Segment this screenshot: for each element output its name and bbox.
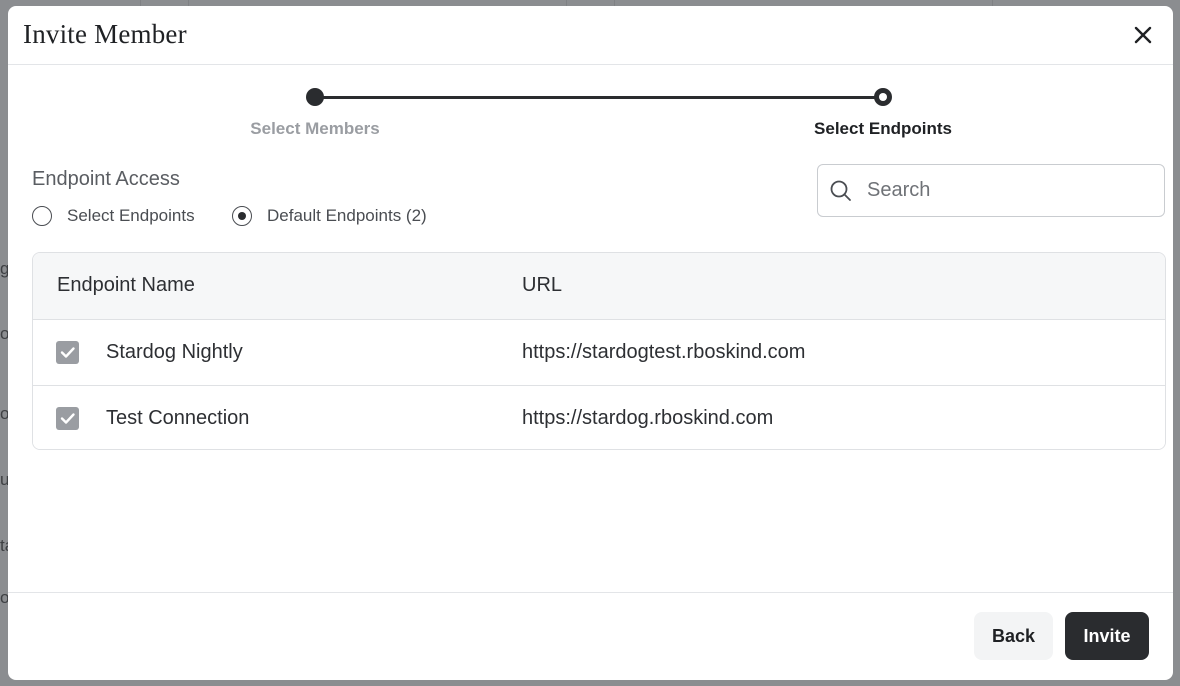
stepper-progress-line bbox=[316, 96, 882, 99]
background-text: og bbox=[0, 324, 8, 343]
back-button[interactable]: Back bbox=[974, 612, 1053, 660]
invite-member-modal: Invite Member Select Members Select Endp… bbox=[8, 6, 1173, 680]
step-1-indicator bbox=[306, 88, 324, 106]
background-text: os bbox=[0, 404, 8, 423]
invite-button[interactable]: Invite bbox=[1065, 612, 1149, 660]
table-row: Test Connection https://stardog.rboskind… bbox=[33, 386, 1165, 449]
endpoint-name: Stardog Nightly bbox=[106, 341, 243, 363]
close-button[interactable] bbox=[1131, 23, 1155, 47]
check-icon bbox=[60, 347, 75, 358]
search-box[interactable] bbox=[817, 164, 1165, 217]
step-2-indicator bbox=[874, 88, 892, 106]
column-header-url: URL bbox=[522, 274, 563, 296]
endpoint-url: https://stardog.rboskind.com bbox=[522, 407, 774, 429]
modal-header: Invite Member bbox=[8, 6, 1173, 65]
endpoint-name: Test Connection bbox=[106, 407, 250, 429]
table-row: Stardog Nightly https://stardogtest.rbos… bbox=[33, 320, 1165, 386]
modal-title: Invite Member bbox=[23, 19, 187, 49]
check-icon bbox=[60, 413, 75, 424]
endpoint-url: https://stardogtest.rboskind.com bbox=[522, 341, 806, 363]
background-text: g bbox=[0, 259, 8, 278]
endpoints-table: Endpoint Name URL Stardog Nightly https:… bbox=[32, 252, 1166, 450]
row-checkbox[interactable] bbox=[56, 341, 79, 364]
radio-button[interactable] bbox=[32, 206, 52, 226]
radio-label: Default Endpoints (2) bbox=[267, 206, 427, 225]
search-icon bbox=[830, 180, 851, 201]
column-header-endpoint-name: Endpoint Name bbox=[57, 274, 195, 296]
radio-label: Select Endpoints bbox=[67, 206, 195, 225]
search-input[interactable] bbox=[865, 178, 1159, 203]
step-select-members: Select Members bbox=[250, 119, 380, 138]
endpoint-access-title: Endpoint Access bbox=[32, 168, 180, 190]
table-header: Endpoint Name URL bbox=[33, 253, 1165, 320]
modal-footer: Back Invite bbox=[8, 592, 1173, 680]
background-text: ta bbox=[0, 536, 8, 555]
radio-default-endpoints[interactable]: Default Endpoints (2) bbox=[232, 204, 427, 228]
background-text: u bbox=[0, 470, 8, 489]
radio-button-checked[interactable] bbox=[232, 206, 252, 226]
close-icon bbox=[1134, 26, 1152, 44]
background-text: o bbox=[0, 588, 8, 607]
row-checkbox[interactable] bbox=[56, 407, 79, 430]
step-select-endpoints: Select Endpoints bbox=[814, 119, 952, 138]
radio-select-endpoints[interactable]: Select Endpoints bbox=[32, 204, 195, 228]
